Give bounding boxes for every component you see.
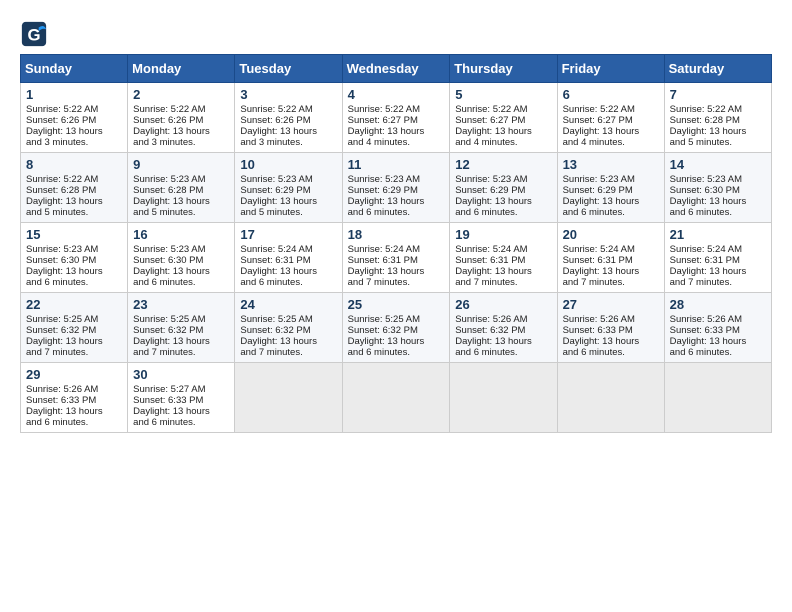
calendar-day-29: 29Sunrise: 5:26 AMSunset: 6:33 PMDayligh…	[21, 363, 128, 433]
weekday-header-friday: Friday	[557, 55, 664, 83]
calendar-day-26: 26Sunrise: 5:26 AMSunset: 6:32 PMDayligh…	[450, 293, 557, 363]
svg-text:G: G	[27, 26, 40, 45]
calendar-day-4: 4Sunrise: 5:22 AMSunset: 6:27 PMDaylight…	[342, 83, 450, 153]
calendar-day-22: 22Sunrise: 5:25 AMSunset: 6:32 PMDayligh…	[21, 293, 128, 363]
weekday-header-saturday: Saturday	[664, 55, 771, 83]
weekday-header-monday: Monday	[128, 55, 235, 83]
calendar-week-1: 1Sunrise: 5:22 AMSunset: 6:26 PMDaylight…	[21, 83, 772, 153]
calendar-day-7: 7Sunrise: 5:22 AMSunset: 6:28 PMDaylight…	[664, 83, 771, 153]
calendar-day-15: 15Sunrise: 5:23 AMSunset: 6:30 PMDayligh…	[21, 223, 128, 293]
calendar-day-18: 18Sunrise: 5:24 AMSunset: 6:31 PMDayligh…	[342, 223, 450, 293]
calendar-week-4: 22Sunrise: 5:25 AMSunset: 6:32 PMDayligh…	[21, 293, 772, 363]
calendar-day-24: 24Sunrise: 5:25 AMSunset: 6:32 PMDayligh…	[235, 293, 342, 363]
weekday-header-tuesday: Tuesday	[235, 55, 342, 83]
logo: G	[20, 20, 52, 48]
calendar-day-13: 13Sunrise: 5:23 AMSunset: 6:29 PMDayligh…	[557, 153, 664, 223]
calendar-day-23: 23Sunrise: 5:25 AMSunset: 6:32 PMDayligh…	[128, 293, 235, 363]
calendar-day-27: 27Sunrise: 5:26 AMSunset: 6:33 PMDayligh…	[557, 293, 664, 363]
calendar-day-30: 30Sunrise: 5:27 AMSunset: 6:33 PMDayligh…	[128, 363, 235, 433]
calendar-day-6: 6Sunrise: 5:22 AMSunset: 6:27 PMDaylight…	[557, 83, 664, 153]
calendar-empty-cell	[557, 363, 664, 433]
calendar-table: SundayMondayTuesdayWednesdayThursdayFrid…	[20, 54, 772, 433]
calendar-day-14: 14Sunrise: 5:23 AMSunset: 6:30 PMDayligh…	[664, 153, 771, 223]
calendar-empty-cell	[664, 363, 771, 433]
calendar-day-12: 12Sunrise: 5:23 AMSunset: 6:29 PMDayligh…	[450, 153, 557, 223]
calendar-day-19: 19Sunrise: 5:24 AMSunset: 6:31 PMDayligh…	[450, 223, 557, 293]
page-header: G	[20, 20, 772, 48]
calendar-day-11: 11Sunrise: 5:23 AMSunset: 6:29 PMDayligh…	[342, 153, 450, 223]
calendar-day-17: 17Sunrise: 5:24 AMSunset: 6:31 PMDayligh…	[235, 223, 342, 293]
calendar-week-5: 29Sunrise: 5:26 AMSunset: 6:33 PMDayligh…	[21, 363, 772, 433]
calendar-day-3: 3Sunrise: 5:22 AMSunset: 6:26 PMDaylight…	[235, 83, 342, 153]
calendar-day-28: 28Sunrise: 5:26 AMSunset: 6:33 PMDayligh…	[664, 293, 771, 363]
weekday-header-wednesday: Wednesday	[342, 55, 450, 83]
calendar-day-2: 2Sunrise: 5:22 AMSunset: 6:26 PMDaylight…	[128, 83, 235, 153]
calendar-empty-cell	[450, 363, 557, 433]
calendar-day-20: 20Sunrise: 5:24 AMSunset: 6:31 PMDayligh…	[557, 223, 664, 293]
calendar-week-3: 15Sunrise: 5:23 AMSunset: 6:30 PMDayligh…	[21, 223, 772, 293]
calendar-day-16: 16Sunrise: 5:23 AMSunset: 6:30 PMDayligh…	[128, 223, 235, 293]
calendar-day-8: 8Sunrise: 5:22 AMSunset: 6:28 PMDaylight…	[21, 153, 128, 223]
weekday-header-thursday: Thursday	[450, 55, 557, 83]
calendar-day-21: 21Sunrise: 5:24 AMSunset: 6:31 PMDayligh…	[664, 223, 771, 293]
calendar-day-5: 5Sunrise: 5:22 AMSunset: 6:27 PMDaylight…	[450, 83, 557, 153]
calendar-empty-cell	[235, 363, 342, 433]
calendar-week-2: 8Sunrise: 5:22 AMSunset: 6:28 PMDaylight…	[21, 153, 772, 223]
logo-icon: G	[20, 20, 48, 48]
weekday-header-sunday: Sunday	[21, 55, 128, 83]
calendar-day-10: 10Sunrise: 5:23 AMSunset: 6:29 PMDayligh…	[235, 153, 342, 223]
calendar-day-1: 1Sunrise: 5:22 AMSunset: 6:26 PMDaylight…	[21, 83, 128, 153]
calendar-empty-cell	[342, 363, 450, 433]
weekday-header-row: SundayMondayTuesdayWednesdayThursdayFrid…	[21, 55, 772, 83]
calendar-day-9: 9Sunrise: 5:23 AMSunset: 6:28 PMDaylight…	[128, 153, 235, 223]
calendar-day-25: 25Sunrise: 5:25 AMSunset: 6:32 PMDayligh…	[342, 293, 450, 363]
